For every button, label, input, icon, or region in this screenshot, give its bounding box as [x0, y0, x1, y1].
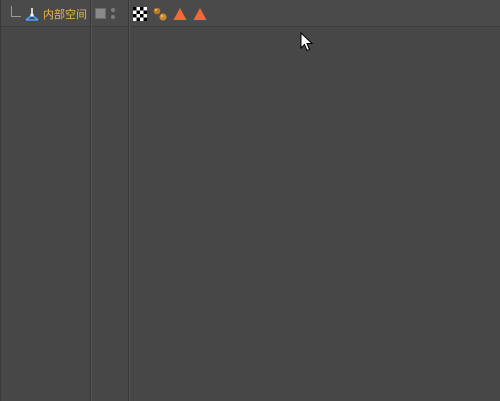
object-name-label[interactable]: 内部空间: [43, 6, 87, 22]
tree-branch-line: [11, 5, 21, 17]
column-divider-highlight: [91, 0, 92, 401]
triangle-tag-icon[interactable]: [193, 7, 207, 21]
render-visibility-dot[interactable]: [111, 15, 115, 19]
texture-checker-tag-icon[interactable]: [133, 7, 147, 21]
layer-color-swatch[interactable]: [95, 8, 106, 19]
column-divider-highlight: [129, 0, 130, 401]
triangle-tag-icon[interactable]: [173, 7, 187, 21]
material-spheres-tag-icon[interactable]: [153, 7, 167, 21]
tree-item-object[interactable]: 内部空间: [11, 4, 87, 24]
mouse-cursor-icon: [300, 32, 314, 52]
null-object-icon[interactable]: [24, 6, 40, 22]
visibility-toggle[interactable]: [110, 7, 116, 21]
editor-visibility-dot[interactable]: [111, 8, 115, 12]
object-manager-panel: 内部空间: [0, 0, 500, 401]
tags-column: [133, 6, 213, 22]
